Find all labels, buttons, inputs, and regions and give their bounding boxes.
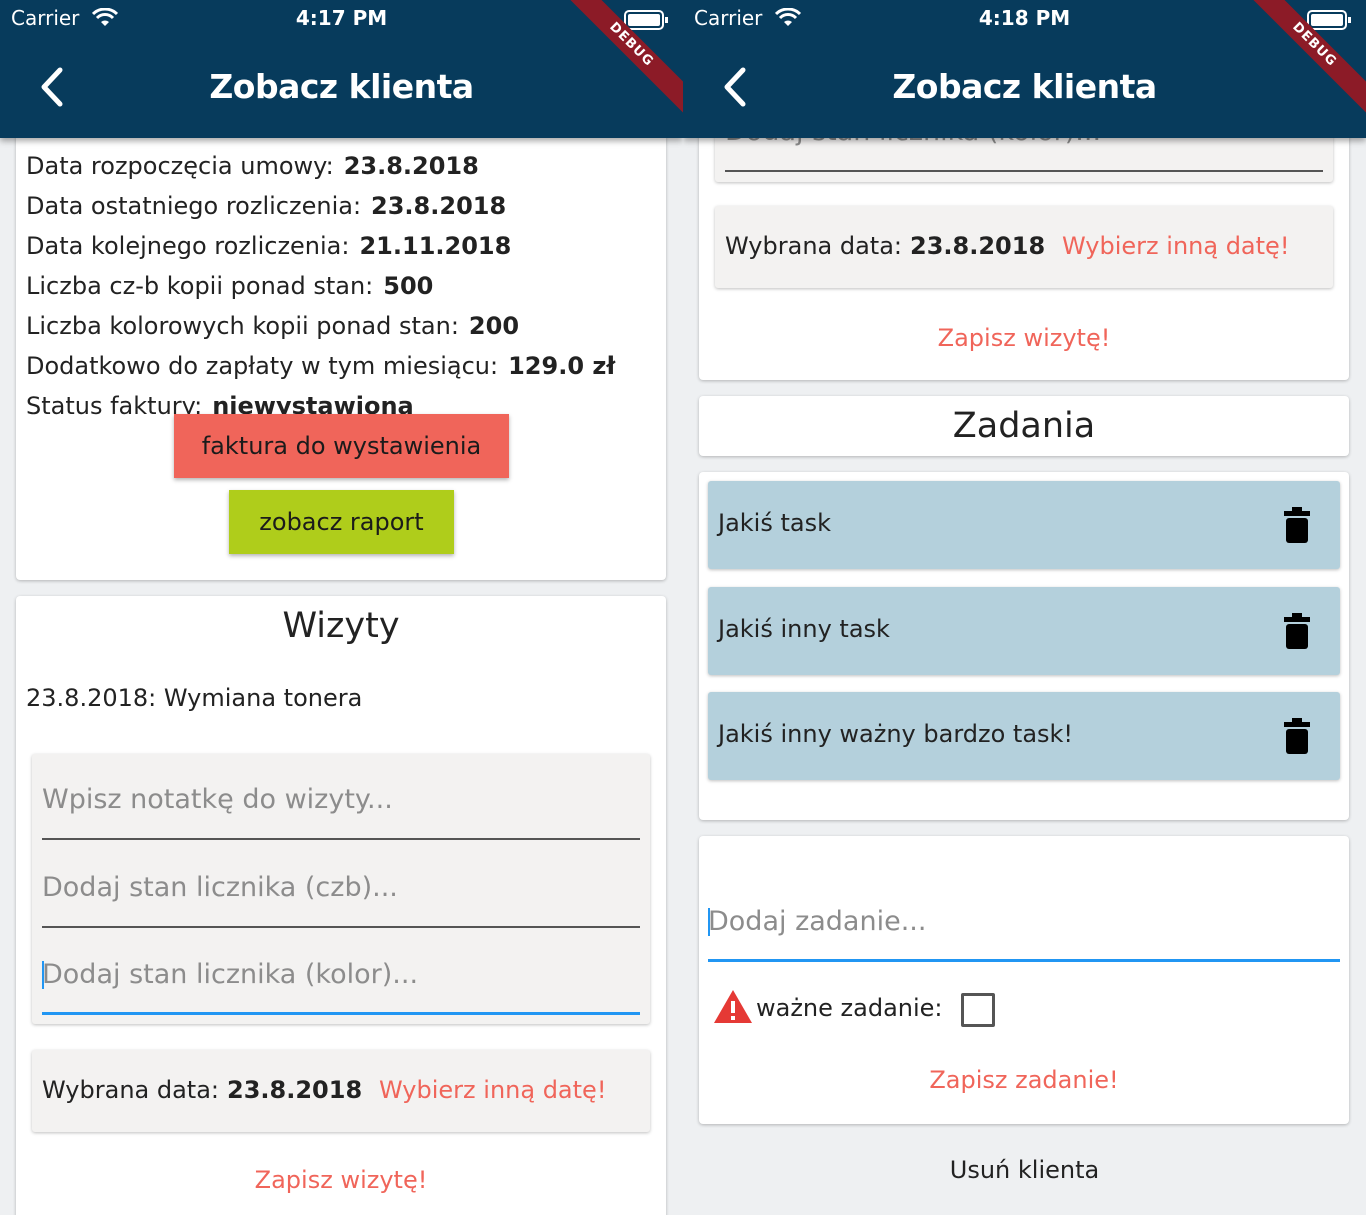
tasks-title: Zadania — [952, 406, 1096, 446]
battery-icon — [1307, 10, 1351, 30]
task-label: Jakiś task — [718, 509, 832, 537]
selected-date: 23.8.2018 — [910, 232, 1046, 260]
info-value: 500 — [383, 272, 434, 300]
new-task-input[interactable]: Dodaj zadanie... — [708, 876, 1340, 962]
info-value: 200 — [468, 312, 520, 340]
change-date-button[interactable]: Wybierz inną datę! — [379, 1076, 606, 1104]
counter-color-input[interactable]: Dodaj stan licznika (kolor)... — [42, 929, 640, 1015]
trash-icon[interactable] — [1284, 507, 1310, 543]
client-info-card: Data rozpoczęcia umowy: 23.8.2018 Data os… — [16, 120, 666, 580]
important-task-checkbox[interactable] — [961, 993, 995, 1027]
save-visit-button[interactable]: Zapisz wizytę! — [699, 324, 1349, 352]
save-visit-button[interactable]: Zapisz wizytę! — [16, 1166, 666, 1194]
page-title: Zobacz klienta — [892, 67, 1157, 106]
info-value: 23.8.2018 — [343, 152, 479, 180]
task-item[interactable]: Jakiś inny task — [708, 587, 1340, 675]
visit-form: Wpisz notatkę do wizyty... Dodaj stan li… — [32, 754, 650, 1024]
app-bar: Carrier 4:18 PM Zobacz klienta DEBUG — [683, 0, 1366, 138]
invoice-button[interactable]: faktura do wystawienia — [174, 414, 509, 478]
task-item[interactable]: Jakiś inny ważny bardzo task! — [708, 692, 1340, 780]
change-date-button[interactable]: Wybierz inną datę! — [1062, 232, 1289, 260]
page-title: Zobacz klienta — [209, 67, 474, 106]
info-row: Data kolejnego rozliczenia: 21.11.2018 — [26, 232, 512, 260]
date-picker-row: Wybrana data: 23.8.2018 Wybierz inną datę… — [715, 206, 1333, 288]
visits-card: Wizyty 23.8.2018: Wymiana tonera Wpisz n… — [16, 596, 666, 1215]
trash-icon[interactable] — [1284, 718, 1310, 754]
tasks-header-card: Zadania — [699, 396, 1349, 456]
info-row: Data rozpoczęcia umowy: 23.8.2018 — [26, 152, 479, 180]
date-picker-row: Wybrana data: 23.8.2018 Wybierz inną datę… — [32, 1050, 650, 1132]
info-value: 23.8.2018 — [371, 192, 507, 220]
delete-client-button[interactable]: Usuń klienta — [683, 1156, 1366, 1184]
screen-client-details-top: Data rozpoczęcia umowy: 23.8.2018 Data os… — [0, 0, 683, 1215]
info-row: Data ostatniego rozliczenia: 23.8.2018 — [26, 192, 507, 220]
save-task-button[interactable]: Zapisz zadanie! — [699, 1066, 1349, 1094]
important-task-label: ważne zadanie: — [756, 994, 943, 1022]
task-list-card: Jakiś task Jakiś inny task Jakiś inny wa… — [699, 472, 1349, 820]
task-label: Jakiś inny ważny bardzo task! — [718, 720, 1074, 748]
visits-title: Wizyty — [282, 606, 400, 646]
info-value: 129.0 zł — [508, 352, 616, 380]
counter-bw-input[interactable]: Dodaj stan licznika (czb)... — [42, 842, 640, 928]
view-report-button[interactable]: zobacz raport — [229, 490, 454, 554]
new-task-card: Dodaj zadanie... ważne zadanie: Zapisz z… — [699, 836, 1349, 1124]
task-label: Jakiś inny task — [718, 615, 890, 643]
info-row: Liczba cz-b kopii ponad stan: 500 — [26, 272, 434, 300]
info-row: Liczba kolorowych kopii ponad stan: 200 — [26, 312, 520, 340]
battery-icon — [624, 10, 668, 30]
warning-icon — [714, 990, 752, 1023]
info-row: Dodatkowo do zapłaty w tym miesiącu: 129.… — [26, 352, 616, 380]
app-bar: Carrier 4:17 PM Zobacz klienta DEBUG — [0, 0, 683, 138]
selected-date: 23.8.2018 — [227, 1076, 363, 1104]
visit-note-input[interactable]: Wpisz notatkę do wizyty... — [42, 754, 640, 840]
trash-icon[interactable] — [1284, 613, 1310, 649]
info-value: 21.11.2018 — [359, 232, 512, 260]
visit-entry: 23.8.2018: Wymiana tonera — [26, 684, 363, 712]
task-item[interactable]: Jakiś task — [708, 481, 1340, 569]
screen-client-details-bottom: Dodaj stan licznika (kolor)... Wybrana d… — [683, 0, 1366, 1215]
